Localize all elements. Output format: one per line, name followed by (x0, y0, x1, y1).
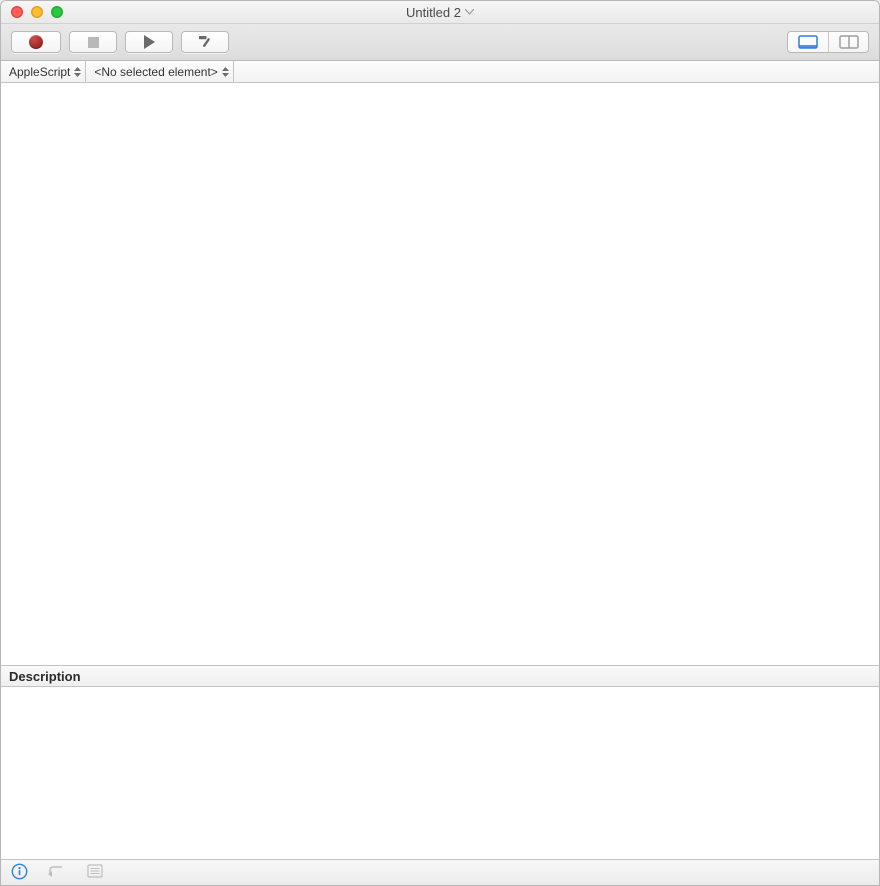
view-mode-toggle (787, 31, 869, 53)
status-bar (1, 859, 879, 885)
script-editor-area[interactable] (1, 83, 879, 665)
view-split-button[interactable] (828, 32, 868, 52)
element-selector-label: <No selected element> (94, 65, 217, 79)
compile-icon (197, 34, 213, 50)
toolbar (1, 24, 879, 61)
info-icon (11, 863, 28, 883)
language-selector-label: AppleScript (9, 65, 70, 79)
stop-icon (88, 37, 99, 48)
run-button[interactable] (125, 31, 173, 53)
record-icon (29, 35, 43, 49)
run-icon (144, 35, 155, 49)
sort-arrows-icon (74, 67, 81, 77)
stop-button[interactable] (69, 31, 117, 53)
reply-arrow-icon (48, 864, 66, 881)
language-selector[interactable]: AppleScript (1, 61, 86, 82)
window-title[interactable]: Untitled 2 (1, 5, 879, 20)
navigator-bar: AppleScript <No selected element> (1, 61, 879, 83)
sort-arrows-icon (222, 67, 229, 77)
window-title-label: Untitled 2 (406, 5, 461, 20)
title-bar: Untitled 2 (1, 1, 879, 24)
record-button[interactable] (11, 31, 61, 53)
view-full-button[interactable] (788, 32, 828, 52)
description-header-label: Description (9, 669, 81, 684)
reply-button[interactable] (47, 863, 67, 883)
event-log-button[interactable] (85, 863, 105, 883)
element-selector[interactable]: <No selected element> (86, 61, 233, 82)
description-header[interactable]: Description (1, 665, 879, 687)
chevron-down-icon (465, 9, 474, 15)
compile-button[interactable] (181, 31, 229, 53)
description-textarea[interactable] (1, 687, 879, 859)
view-full-icon (798, 35, 818, 49)
list-icon (87, 864, 103, 881)
view-split-icon (839, 35, 859, 49)
app-window: Untitled 2 (0, 0, 880, 886)
info-button[interactable] (9, 863, 29, 883)
